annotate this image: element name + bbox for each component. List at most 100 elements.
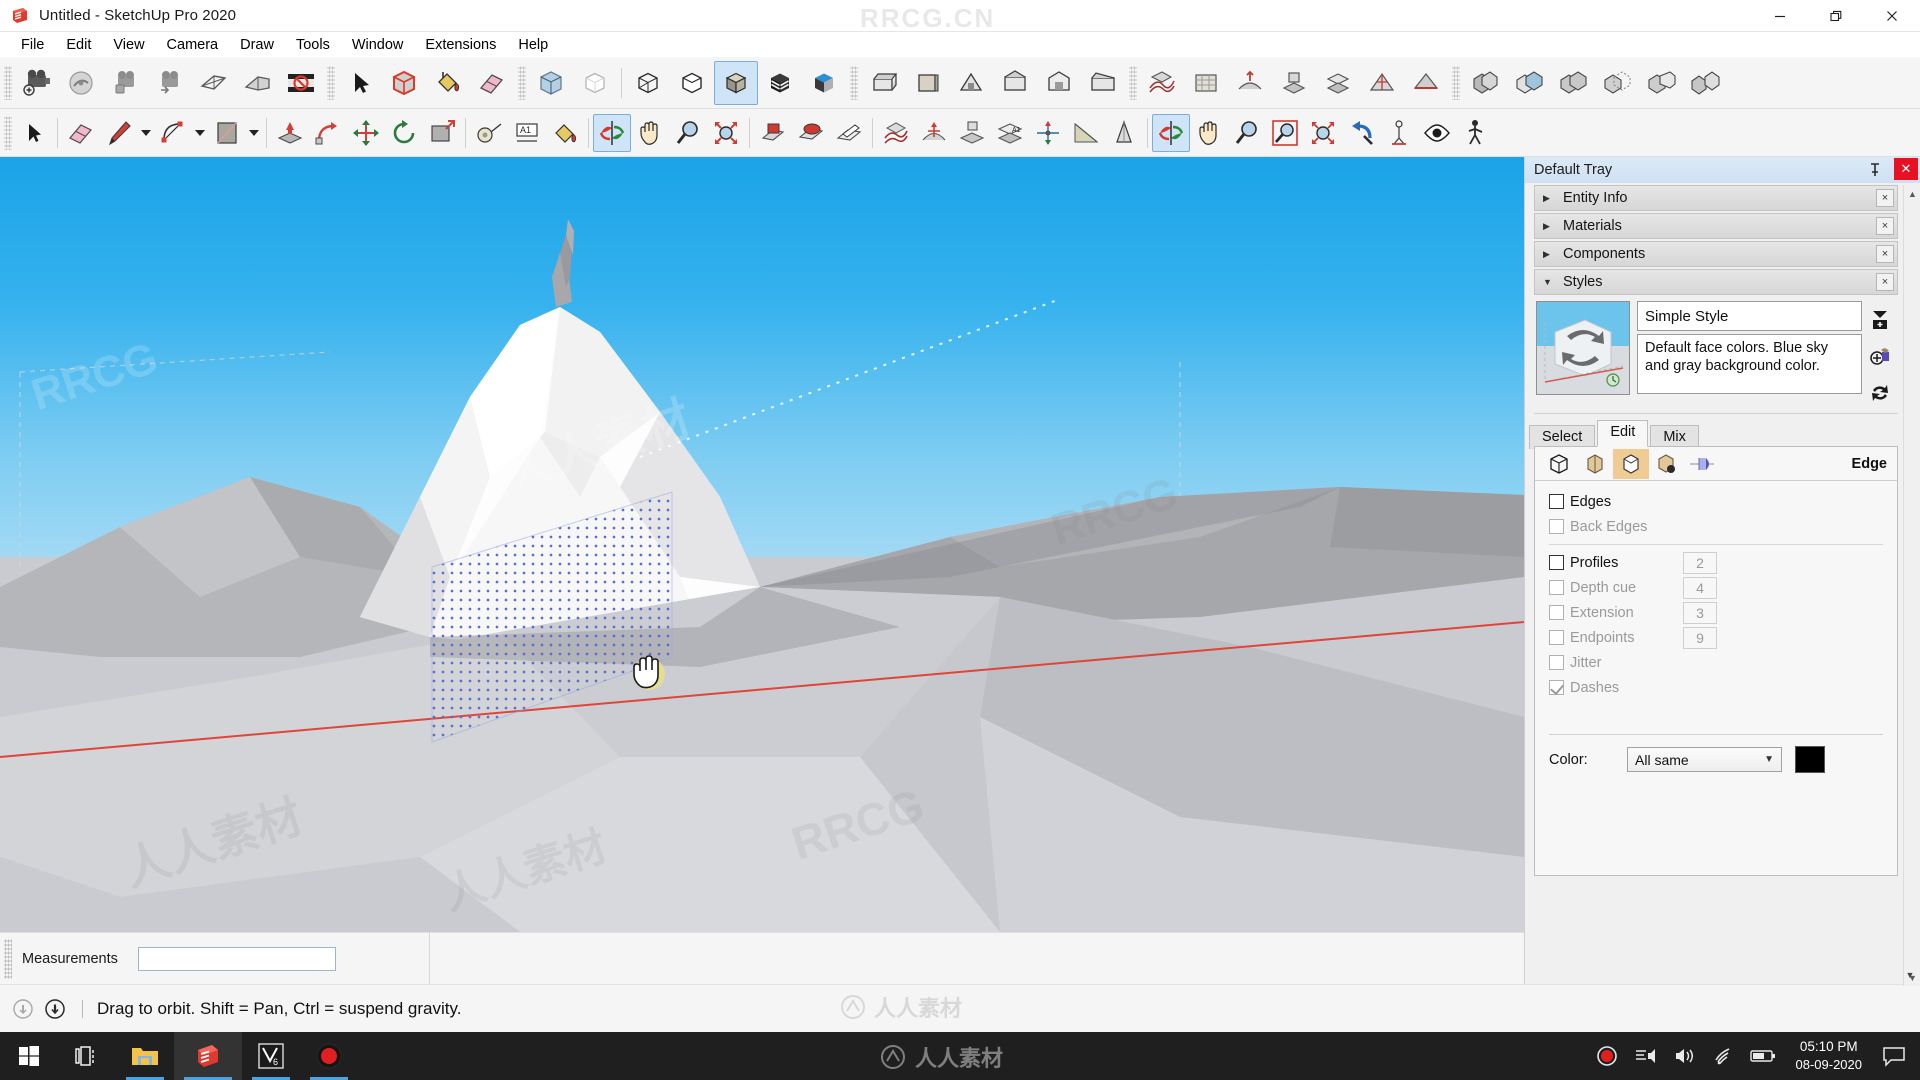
tool-display-section-planes-button[interactable] — [754, 114, 792, 152]
tray-panel-entity-info[interactable]: ▶ Entity Info × — [1534, 185, 1898, 211]
color-mode-select[interactable]: All same ▼ — [1627, 747, 1782, 772]
tool-follow-me-button[interactable] — [309, 114, 347, 152]
tool-orbit-2-button[interactable] — [1152, 113, 1190, 152]
endpoints-checkbox[interactable] — [1549, 630, 1564, 645]
option-row-extension[interactable]: Extension 3 — [1535, 600, 1897, 625]
toolbar-right-view-button[interactable] — [993, 61, 1037, 105]
panel-close-button[interactable]: × — [1876, 273, 1894, 291]
option-row-edges[interactable]: Edges — [1535, 489, 1897, 514]
vegas-icon[interactable]: 6 — [242, 1032, 300, 1080]
menu-extensions[interactable]: Extensions — [414, 34, 507, 56]
option-row-endpoints[interactable]: Endpoints 9 — [1535, 625, 1897, 650]
toolbar-select-button[interactable] — [338, 61, 382, 105]
toolbar-section-plane-button[interactable] — [191, 61, 235, 105]
toolbar-add-detail-button[interactable] — [1360, 61, 1404, 105]
watermark-settings-icon[interactable] — [1649, 449, 1685, 479]
style-description-field[interactable]: Default face colors. Blue sky and gray b… — [1637, 334, 1862, 394]
tab-edit[interactable]: Edit — [1597, 420, 1649, 447]
toolbar-back-edges-button[interactable] — [573, 61, 617, 105]
toolbar-grip[interactable] — [4, 65, 12, 100]
tool-zoom-extents-button[interactable] — [707, 114, 745, 152]
edges-checkbox[interactable] — [1549, 494, 1564, 509]
speaker-icon[interactable] — [1666, 1032, 1704, 1080]
scroll-up-icon[interactable]: ▲ — [1904, 185, 1920, 202]
line-tool-chevron-down-icon[interactable] — [138, 114, 154, 152]
rectangle-tool-chevron-down-icon[interactable] — [246, 114, 262, 152]
tool-look-around-button[interactable] — [1418, 114, 1456, 152]
tool-paint-bucket-button[interactable] — [546, 114, 584, 152]
tool-zoom-button[interactable] — [669, 114, 707, 152]
toolbar-subtract-button[interactable] — [1595, 61, 1639, 105]
panel-close-button[interactable]: × — [1876, 245, 1894, 263]
toolbar-grip[interactable] — [327, 65, 335, 100]
minimize-button[interactable] — [1752, 0, 1808, 32]
depth-cue-checkbox[interactable] — [1549, 580, 1564, 595]
tool-pan-button[interactable] — [631, 114, 669, 152]
task-view-icon[interactable] — [58, 1032, 116, 1080]
tool-push-pull-button[interactable] — [271, 114, 309, 152]
menu-tools[interactable]: Tools — [285, 34, 341, 56]
menu-file[interactable]: File — [10, 34, 55, 56]
tool-stamp-button[interactable] — [953, 114, 991, 152]
color-swatch-button[interactable] — [1795, 746, 1825, 773]
tool-move-button[interactable] — [347, 114, 385, 152]
toolbar-display-section-planes-button[interactable] — [279, 61, 323, 105]
windows-start-icon[interactable] — [0, 1032, 58, 1080]
panel-close-button[interactable]: × — [1876, 217, 1894, 235]
tool-smoove-button[interactable] — [915, 114, 953, 152]
toolbar-smoove-button[interactable] — [1228, 61, 1272, 105]
toolbar-from-contours-button[interactable] — [1140, 61, 1184, 105]
info-circle-icon[interactable] — [10, 996, 36, 1022]
tool-tape-measure-button[interactable] — [470, 114, 508, 152]
toolbar-grip[interactable] — [1129, 65, 1137, 100]
tool-previous-view-button[interactable] — [1342, 114, 1380, 152]
toolbar-previous-scene-button[interactable] — [103, 61, 147, 105]
toolbar-left-view-button[interactable] — [1081, 61, 1125, 105]
model-viewport[interactable]: RRCG 人人素材 人人素材 RRCG RRCG 人人素材 — [0, 157, 1524, 932]
tool-zoom-2-button[interactable] — [1228, 114, 1266, 152]
tool-flip-edge-button[interactable] — [1067, 114, 1105, 152]
tool-walk-button[interactable] — [1456, 114, 1494, 152]
battery-icon[interactable] — [1742, 1032, 1784, 1080]
option-row-profiles[interactable]: Profiles 2 — [1535, 550, 1897, 575]
tray-expand-icon[interactable]: ▼ — [1903, 968, 1917, 982]
tool-protractor-button[interactable] — [1105, 114, 1143, 152]
toolbar-grip[interactable] — [850, 65, 858, 100]
toolbar-wireframe-button[interactable] — [626, 61, 670, 105]
tool-rectangle-button[interactable] — [208, 114, 246, 152]
toolbar-hidden-line-button[interactable] — [670, 61, 714, 105]
tool-zoom-extents-2-button[interactable] — [1304, 114, 1342, 152]
option-row-back-edges[interactable]: Back Edges — [1535, 514, 1897, 539]
toolbar-from-scratch-button[interactable] — [1184, 61, 1228, 105]
toolbar-intersect-button[interactable] — [1507, 61, 1551, 105]
tool-scale-button[interactable] — [423, 114, 461, 152]
menu-view[interactable]: View — [102, 34, 155, 56]
toolbar-shaded-button[interactable] — [714, 60, 758, 105]
volume-mixer-icon[interactable] — [1626, 1032, 1666, 1080]
tool-select-button[interactable] — [15, 114, 53, 152]
tool-display-section-cuts-button[interactable] — [792, 114, 830, 152]
sketchup-taskbar-icon[interactable] — [174, 1032, 242, 1080]
close-button[interactable] — [1864, 0, 1920, 32]
toolbar-top-view-button[interactable] — [905, 61, 949, 105]
toolbar-paint-bucket-button[interactable] — [426, 61, 470, 105]
dashes-checkbox[interactable] — [1549, 680, 1564, 695]
tray-panel-components[interactable]: ▶ Components × — [1534, 241, 1898, 267]
profiles-value-field[interactable]: 2 — [1683, 551, 1717, 574]
option-row-jitter[interactable]: Jitter — [1535, 650, 1897, 675]
recorder-icon[interactable] — [300, 1032, 358, 1080]
refresh-style-icon[interactable] — [1867, 381, 1893, 405]
back-edges-checkbox[interactable] — [1549, 519, 1564, 534]
toolbar-iso-view-button[interactable] — [861, 61, 905, 105]
toolbar-outer-shell-button[interactable] — [1463, 61, 1507, 105]
toolbar-next-scene-button[interactable] — [147, 61, 191, 105]
toolbar-xray-button[interactable] — [529, 61, 573, 105]
info-badge-icon[interactable] — [42, 996, 68, 1022]
toolbar-union-button[interactable] — [1551, 61, 1595, 105]
background-settings-icon[interactable] — [1613, 448, 1649, 479]
edge-settings-icon[interactable] — [1541, 449, 1577, 479]
option-row-depth-cue[interactable]: Depth cue 4 — [1535, 575, 1897, 600]
tool-orbit-button[interactable] — [593, 113, 631, 152]
tool-pan-2-button[interactable] — [1190, 114, 1228, 152]
record-dot-icon[interactable] — [1588, 1032, 1626, 1080]
